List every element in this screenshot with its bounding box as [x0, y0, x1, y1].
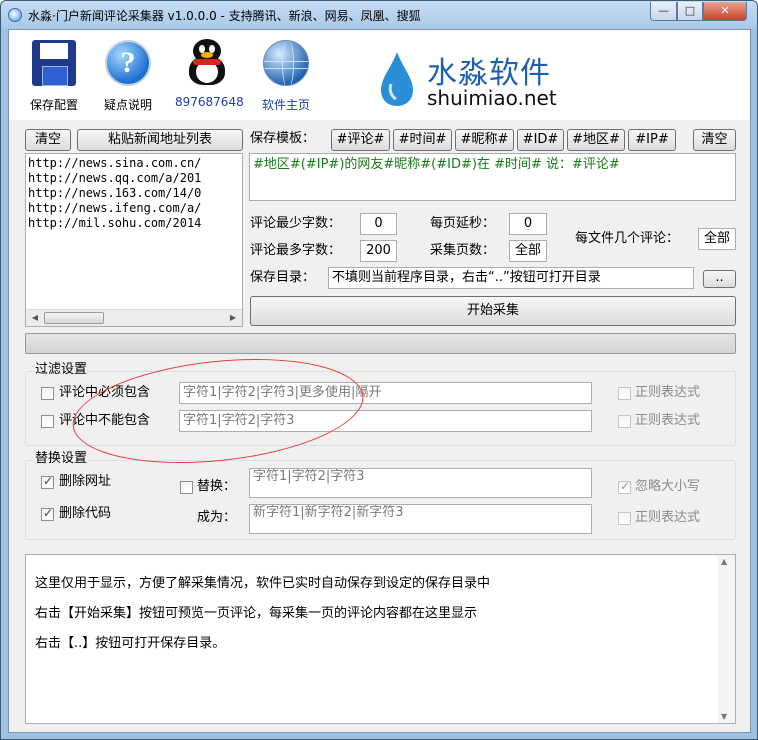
per-file-input[interactable]: 全部	[698, 228, 736, 250]
min-chars-label: 评论最少字数：	[250, 216, 342, 231]
brand-name-en: shuimiao.net	[427, 86, 557, 110]
log-line: 这里仅用于显示，方便了解采集情况，软件已实时自动保存到设定的保存目录中	[35, 576, 491, 591]
pages-label: 采集页数：	[430, 243, 496, 258]
save-config-button[interactable]: 保存配置	[23, 38, 85, 113]
browse-dir-button[interactable]: ..	[703, 270, 736, 288]
help-icon: ?	[105, 40, 151, 86]
url-list-textarea[interactable]: http://news.sina.com.cn/ http://news.qq.…	[25, 153, 243, 327]
remove-code-label: 删除代码	[59, 506, 112, 521]
url-line: http://news.sina.com.cn/	[28, 156, 202, 170]
become-label: 成为：	[197, 510, 237, 525]
clear-urls-button[interactable]: 清空	[25, 129, 71, 151]
paste-urls-button[interactable]: 粘贴新闻地址列表	[77, 129, 243, 151]
pages-input[interactable]: 全部	[509, 240, 547, 262]
ignore-case-checkbox[interactable]	[618, 479, 631, 494]
replace-group-title: 替换设置	[33, 451, 90, 467]
scroll-left-icon[interactable]: ◀	[28, 312, 42, 324]
template-label: 保存模板：	[250, 131, 316, 146]
replace-regex-label: 正则表达式	[635, 510, 701, 525]
replace-label: 替换：	[197, 479, 237, 494]
remove-url-checkbox[interactable]	[41, 474, 54, 489]
water-drop-icon	[381, 52, 413, 106]
url-line: http://news.163.com/14/0	[28, 186, 202, 200]
scroll-thumb[interactable]	[44, 312, 104, 324]
maximize-button[interactable]: □	[677, 2, 703, 21]
replace-from-input[interactable]: 字符1|字符2|字符3	[249, 468, 592, 498]
url-lines: http://news.sina.com.cn/ http://news.qq.…	[28, 156, 201, 231]
scroll-down-icon[interactable]: ▼	[721, 712, 727, 721]
min-chars-input[interactable]: 0	[360, 213, 397, 235]
url-line: http://news.qq.com/a/201	[28, 171, 202, 185]
page-delay-input[interactable]: 0	[509, 213, 547, 235]
app-window: 水淼·门户新闻评论采集器 v1.0.0.0 - 支持腾讯、新浪、网易、凤凰、搜狐…	[0, 0, 758, 740]
url-horizontal-scrollbar[interactable]: ◀ ▶	[26, 309, 242, 326]
toolbar: 保存配置 ? 疑点说明 897687648 软件主页 水淼软件 shuimiao…	[9, 30, 750, 120]
app-icon	[8, 8, 22, 22]
remove-code-checkbox[interactable]	[41, 506, 54, 521]
ignore-case-label: 忽略大小写	[635, 479, 701, 494]
client-area: 保存配置 ? 疑点说明 897687648 软件主页 水淼软件 shuimiao…	[8, 29, 751, 733]
url-line: http://mil.sohu.com/2014	[28, 216, 202, 230]
minimize-button[interactable]: —	[650, 2, 677, 21]
clear-template-button[interactable]: 清空	[693, 129, 736, 151]
log-line: 右击【..】按钮可打开保存目录。	[35, 636, 226, 651]
must-not-contain-label: 评论中不能包含	[59, 413, 151, 428]
log-vertical-scrollbar[interactable]: ▲ ▼	[718, 555, 735, 723]
globe-icon	[263, 40, 309, 86]
title-bar[interactable]: 水淼·门户新闻评论采集器 v1.0.0.0 - 支持腾讯、新浪、网易、凤凰、搜狐…	[1, 1, 757, 29]
tag-id-button[interactable]: #ID#	[517, 129, 564, 151]
must-not-contain-regex-label: 正则表达式	[635, 413, 701, 428]
tag-region-button[interactable]: #地区#	[567, 129, 625, 151]
qq-number: 897687648	[175, 95, 244, 109]
scroll-right-icon[interactable]: ▶	[226, 312, 240, 324]
brand-logo: 水淼软件 shuimiao.net	[377, 42, 577, 114]
scroll-up-icon[interactable]: ▲	[721, 557, 727, 566]
window-title: 水淼·门户新闻评论采集器 v1.0.0.0 - 支持腾讯、新浪、网易、凤凰、搜狐	[28, 9, 421, 23]
replace-regex-checkbox[interactable]	[618, 512, 631, 525]
remove-url-label: 删除网址	[59, 474, 112, 489]
tag-time-button[interactable]: #时间#	[393, 129, 452, 151]
qq-contact-button[interactable]: 897687648	[175, 38, 244, 109]
log-output[interactable]: 这里仅用于显示，方便了解采集情况，软件已实时自动保存到设定的保存目录中 右击【开…	[25, 554, 736, 724]
must-contain-input[interactable]: 字符1|字符2|字符3|更多使用|隔开	[179, 382, 592, 404]
must-contain-label: 评论中必须包含	[59, 385, 151, 400]
homepage-button[interactable]: 软件主页	[253, 38, 319, 113]
page-delay-label: 每页延秒：	[430, 216, 496, 231]
replace-checkbox[interactable]	[180, 481, 193, 494]
max-chars-label: 评论最多字数：	[250, 243, 342, 258]
floppy-disk-icon	[32, 40, 76, 86]
must-not-contain-input[interactable]: 字符1|字符2|字符3	[179, 410, 592, 432]
qq-penguin-icon	[185, 39, 229, 87]
tag-ip-button[interactable]: #IP#	[628, 129, 676, 151]
start-collect-button[interactable]: 开始采集	[250, 296, 736, 326]
max-chars-input[interactable]: 200	[360, 240, 397, 262]
homepage-label: 软件主页	[261, 98, 310, 112]
save-dir-label: 保存目录：	[250, 270, 316, 285]
save-config-label: 保存配置	[29, 98, 78, 112]
progress-bar	[25, 333, 736, 354]
log-line: 右击【开始采集】按钮可预览一页评论，每采集一页的评论内容都在这里显示	[35, 606, 478, 621]
per-file-label: 每文件几个评论：	[575, 231, 680, 246]
tag-nickname-button[interactable]: #昵称#	[455, 129, 514, 151]
faq-button[interactable]: ? 疑点说明	[97, 38, 159, 113]
must-not-contain-checkbox[interactable]	[41, 415, 54, 428]
must-not-contain-regex-checkbox[interactable]	[618, 415, 631, 428]
tag-comment-button[interactable]: #评论#	[331, 129, 390, 151]
url-line: http://news.ifeng.com/a/	[28, 201, 202, 215]
close-button[interactable]: ✕	[703, 2, 747, 21]
must-contain-regex-checkbox[interactable]	[618, 387, 631, 400]
must-contain-regex-label: 正则表达式	[635, 385, 701, 400]
save-dir-input[interactable]: 不填则当前程序目录，右击“..”按钮可打开目录	[328, 267, 694, 289]
must-contain-checkbox[interactable]	[41, 387, 54, 400]
replace-to-input[interactable]: 新字符1|新字符2|新字符3	[249, 504, 592, 534]
faq-label: 疑点说明	[103, 98, 152, 112]
filter-group-title: 过滤设置	[33, 362, 90, 378]
template-textarea[interactable]: #地区#(#IP#)的网友#昵称#(#ID#)在 #时间# 说：#评论#	[249, 153, 736, 201]
